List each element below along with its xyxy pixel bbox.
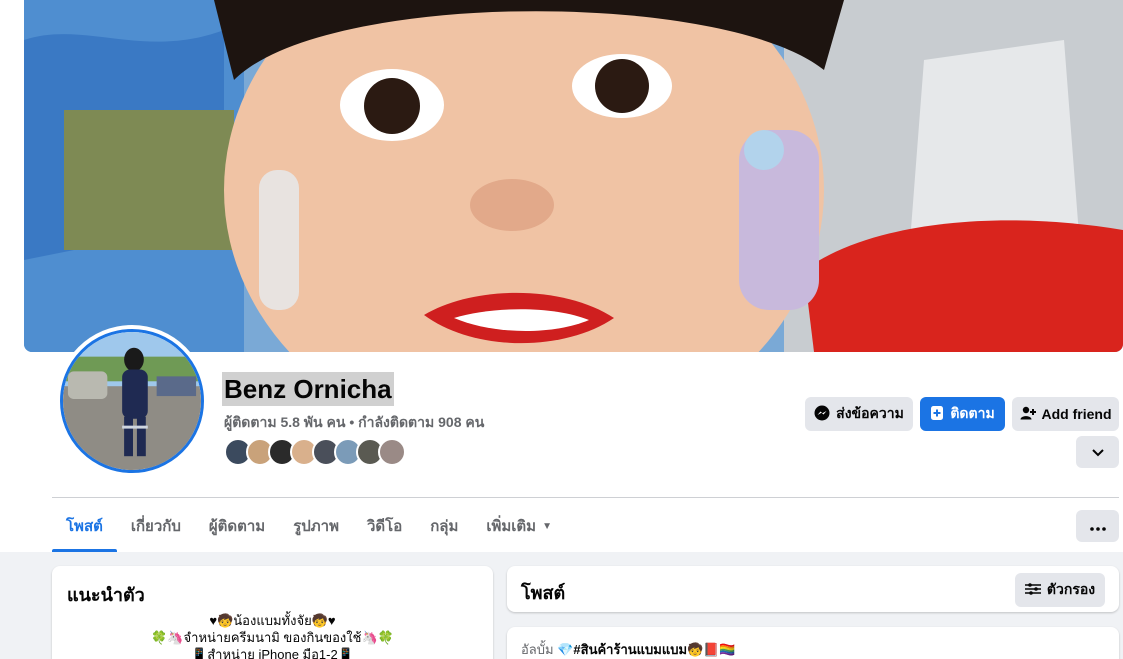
follow-button[interactable]: ติดตาม bbox=[920, 397, 1005, 431]
tab-followers[interactable]: ผู้ติดตาม bbox=[195, 500, 279, 552]
cover-photo[interactable] bbox=[24, 0, 1123, 352]
bio-line: 📱สำหน่าย iPhone มือ1-2📱 bbox=[191, 647, 354, 659]
add-friend-button-label: Add friend bbox=[1041, 406, 1112, 422]
follower-stats[interactable]: ผู้ติดตาม 5.8 พัน คน • กำลังติดตาม 908 ค… bbox=[224, 412, 484, 434]
more-options-button[interactable] bbox=[1076, 510, 1119, 542]
profile-picture-image bbox=[60, 329, 204, 473]
message-button[interactable]: ส่งข้อความ bbox=[805, 397, 913, 431]
follow-button-label: ติดตาม bbox=[950, 405, 995, 421]
more-dots-icon bbox=[1089, 518, 1106, 534]
add-friend-icon bbox=[1020, 406, 1036, 423]
posts-title: โพสต์ bbox=[521, 583, 566, 603]
profile-picture[interactable] bbox=[56, 325, 208, 477]
filter-button-label: ตัวกรอง bbox=[1046, 581, 1096, 597]
message-button-label: ส่งข้อความ bbox=[836, 405, 904, 421]
intro-bio: ♥🧒น้องแบมทั้งจัย🧒♥ 🍀🦄จำหน่ายครีมนามิ ของ… bbox=[52, 612, 493, 659]
bio-line: ♥🧒น้องแบมทั้งจัย🧒♥ bbox=[209, 613, 336, 628]
profile-divider bbox=[52, 497, 1119, 498]
filter-button[interactable]: ตัวกรอง bbox=[1015, 573, 1105, 607]
intro-card: แนะนำตัว ♥🧒น้องแบมทั้งจัย🧒♥ 🍀🦄จำหน่ายครี… bbox=[52, 566, 493, 659]
mutual-friends-row[interactable] bbox=[224, 438, 406, 468]
tab-label: วิดีโอ bbox=[366, 518, 403, 535]
profile-tabs: โพสต์ เกี่ยวกับ ผู้ติดตาม รูปภาพ วิดีโอ … bbox=[52, 500, 566, 552]
tab-label: รูปภาพ bbox=[293, 518, 339, 535]
tab-more[interactable]: เพิ่มเติม ▼ bbox=[472, 500, 566, 552]
tab-label: ผู้ติดตาม bbox=[208, 518, 266, 535]
tab-label: เกี่ยวกับ bbox=[130, 518, 181, 535]
intro-title: แนะนำตัว bbox=[67, 585, 145, 605]
album-text: อัลบั้ม 💎#สินค้าร้านแบมแบม🧒📕🏳️‍🌈 bbox=[521, 639, 736, 659]
tab-label: โพสต์ bbox=[66, 518, 103, 535]
album-prefix: อัลบั้ม bbox=[521, 642, 554, 657]
tab-label: กลุ่ม bbox=[430, 518, 459, 535]
album-post-card: อัลบั้ม 💎#สินค้าร้านแบมแบม🧒📕🏳️‍🌈 bbox=[507, 627, 1119, 659]
follow-icon bbox=[930, 405, 944, 424]
tab-about[interactable]: เกี่ยวกับ bbox=[117, 500, 195, 552]
bio-line: 🍀🦄จำหน่ายครีมนามิ ของกินของใช้🦄🍀 bbox=[151, 630, 394, 645]
chevron-down-icon bbox=[1091, 444, 1104, 460]
tab-posts[interactable]: โพสต์ bbox=[52, 500, 117, 552]
tab-videos[interactable]: วิดีโอ bbox=[353, 500, 416, 552]
caret-down-icon: ▼ bbox=[542, 520, 552, 532]
filter-icon bbox=[1024, 582, 1041, 598]
friend-avatar[interactable] bbox=[378, 438, 406, 466]
tab-label: เพิ่มเติม bbox=[486, 518, 537, 535]
album-name-link[interactable]: 💎#สินค้าร้านแบมแบม🧒📕🏳️‍🌈 bbox=[557, 642, 735, 657]
tab-groups[interactable]: กลุ่ม bbox=[416, 500, 472, 552]
messenger-icon bbox=[814, 405, 830, 424]
tab-photos[interactable]: รูปภาพ bbox=[279, 500, 353, 552]
more-profile-options-button[interactable] bbox=[1076, 436, 1119, 468]
add-friend-button[interactable]: Add friend bbox=[1012, 397, 1119, 431]
profile-name: Benz Ornicha bbox=[222, 372, 394, 406]
